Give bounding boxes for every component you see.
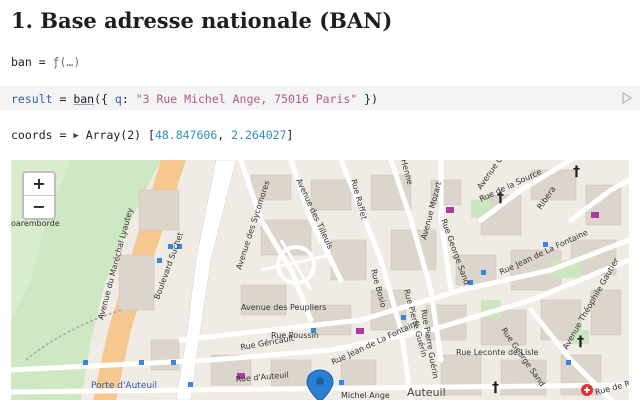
var-name: ban (11, 55, 32, 69)
svg-text:†: † (577, 334, 584, 350)
paren-close: }) (357, 92, 379, 106)
cell-result[interactable]: result = ban({ q: "3 Rue Michel Ange, 75… (11, 92, 378, 106)
zoom-control: + − (22, 171, 56, 220)
latitude-value: 48.847606 (154, 128, 218, 142)
equals-sign: = (52, 92, 74, 106)
run-cell-icon[interactable] (621, 92, 633, 104)
object-key: q (114, 92, 122, 106)
expand-toggle-icon[interactable]: ▶ (73, 131, 78, 141)
map-label-rue-leconte: Rue Leconte de Lisle (456, 348, 539, 357)
bracket-close: ] (286, 128, 294, 142)
map-label-boremborde: oaremborde (11, 219, 60, 228)
svg-text:†: † (492, 380, 499, 396)
map-label-michel-ange: Michel Ange (341, 391, 390, 400)
cell-coords[interactable]: coords = ▶ Array(2) [48.847606, 2.264027… (11, 128, 293, 142)
cell-ban[interactable]: ban = ƒ(…) (11, 55, 80, 69)
colon: : (121, 92, 136, 106)
map-view[interactable]: † † † † oaremborde Porte d'Auteuil Auteu… (11, 160, 629, 400)
zoom-out-button[interactable]: − (24, 196, 54, 218)
longitude-value: 2.264027 (231, 128, 287, 142)
bracket-open: [ (148, 128, 155, 142)
svg-text:†: † (573, 164, 580, 180)
var-name: result (11, 92, 53, 106)
map-label-av-peupliers: Avenue des Peupliers (241, 303, 326, 312)
equals-sign: = (31, 55, 53, 69)
map-tiles[interactable]: † † † † oaremborde Porte d'Auteuil Auteu… (11, 160, 629, 400)
var-name: coords (11, 128, 53, 142)
comma: , (217, 128, 232, 142)
function-value[interactable]: ƒ(…) (53, 55, 81, 69)
map-label-auteuil: Auteuil (407, 386, 446, 399)
array-type: Array(2) (85, 128, 148, 142)
zoom-in-button[interactable]: + (24, 173, 54, 196)
query-string: "3 Rue Michel Ange, 75016 Paris" (135, 92, 358, 106)
paren-open: ({ (94, 92, 115, 106)
function-call[interactable]: ban (73, 92, 94, 106)
page-title: 1. Base adresse nationale (BAN) (11, 8, 393, 33)
equals-sign: = (52, 128, 74, 142)
map-label-porte-auteuil: Porte d'Auteuil (91, 381, 157, 391)
